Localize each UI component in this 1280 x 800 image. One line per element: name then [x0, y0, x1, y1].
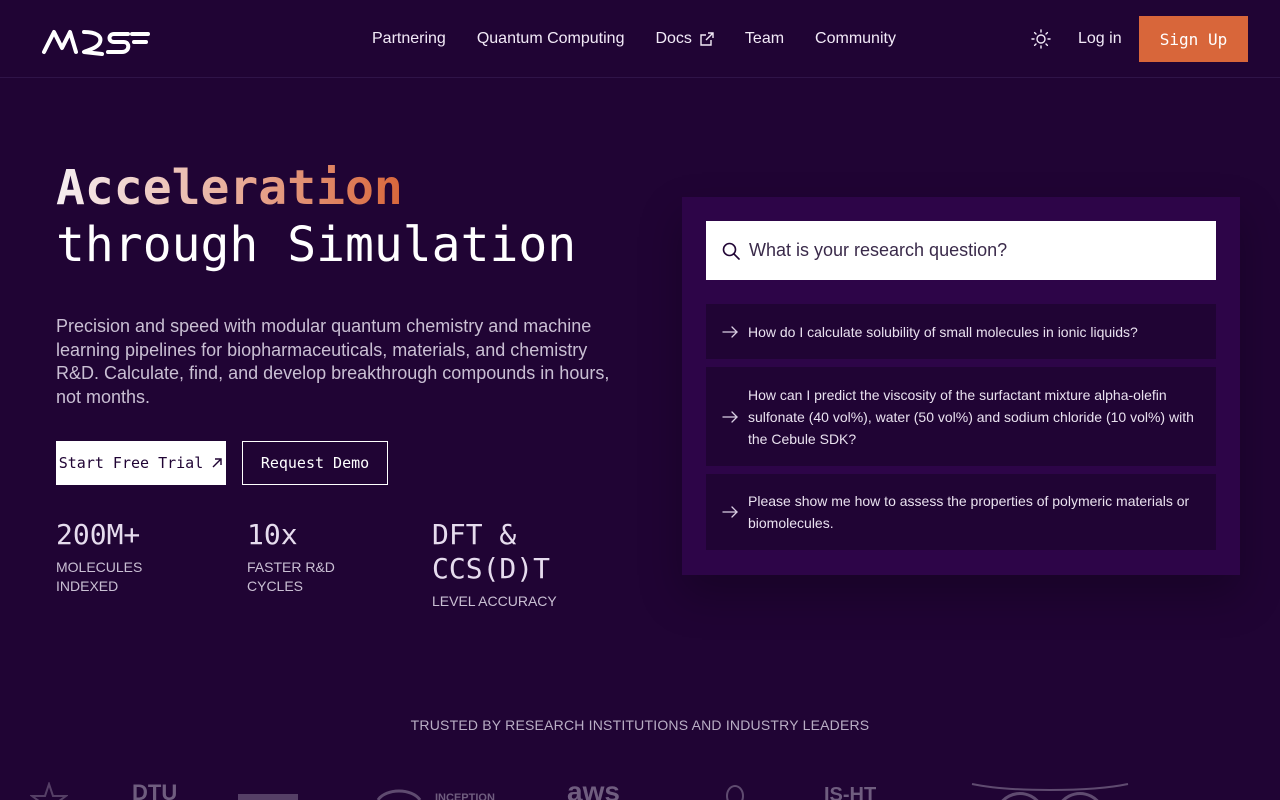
stat-speed: 10x Faster R&D cycles [247, 518, 357, 596]
suggestion-text: How do I calculate solubility of small m… [748, 323, 1138, 340]
search-box[interactable] [706, 221, 1216, 280]
suggestion-item[interactable]: Please show me how to assess the propert… [706, 474, 1216, 550]
partner-logo-isht: IS-HT [824, 784, 877, 800]
nav-link-community[interactable]: Community [815, 30, 896, 48]
arrow-right-icon [722, 410, 738, 423]
nav-link-quantum-computing[interactable]: Quantum Computing [477, 30, 625, 48]
research-question-input[interactable] [749, 240, 1189, 261]
stat-label: Molecules indexed [56, 559, 143, 594]
nav-link-label: Community [815, 30, 896, 47]
nav-link-label: Docs [655, 30, 692, 47]
nav-link-docs[interactable]: Docs [655, 30, 714, 48]
partner-logo-arc [971, 783, 1129, 800]
nav-link-label: Team [744, 30, 785, 47]
nav-link-partnering[interactable]: Partnering [372, 30, 446, 48]
hero-description: Precision and speed with modular quantum… [56, 316, 610, 407]
nav-link-label: Quantum Computing [476, 30, 625, 47]
signup-button[interactable]: Sign Up [1139, 16, 1248, 62]
login-link[interactable]: Log in [1078, 30, 1122, 48]
research-question-panel: How do I calculate solubility of small m… [682, 197, 1240, 575]
suggestion-item[interactable]: How can I predict the viscosity of the s… [706, 367, 1216, 466]
hero-title-rest: through Simulation [56, 217, 577, 273]
nvidia-eye-icon [376, 789, 422, 800]
partner-logo-mark [238, 794, 298, 800]
primary-nav: Partnering Quantum Computing Docs Team C… [372, 0, 927, 78]
stat-molecules: 200M+ Molecules indexed [56, 518, 166, 596]
suggestion-text: How can I predict the viscosity of the s… [748, 386, 1194, 447]
partner-logo-strip: DTU INCEPTION aws IS-HT [0, 776, 1280, 800]
nav-link-team[interactable]: Team [745, 30, 784, 48]
hero-title-highlight: Acceleration [56, 160, 403, 216]
suggestion-text: Please show me how to assess the propert… [748, 493, 1190, 531]
partner-logo-emblem [726, 785, 744, 800]
star-logo-icon [30, 782, 68, 800]
sun-icon[interactable] [1030, 28, 1052, 50]
start-free-trial-label: Start Free Trial [58, 454, 204, 472]
arrow-right-icon [722, 506, 738, 518]
stat-value: 10x [247, 518, 298, 551]
hero-title: Acceleration through Simulation [56, 160, 576, 274]
stat-label: Level accuracy [432, 593, 557, 609]
brand-logo[interactable] [40, 22, 154, 60]
request-demo-button[interactable]: Request Demo [242, 441, 388, 485]
trusted-heading: TRUSTED BY RESEARCH INSTITUTIONS AND IND… [410, 717, 870, 733]
nav-link-label: Partnering [372, 30, 446, 47]
stat-value: DFT & CCS(D)T [432, 518, 551, 585]
start-free-trial-button[interactable]: Start Free Trial [56, 441, 226, 485]
arrow-up-right-icon [212, 458, 222, 468]
partner-logo-aws: aws [567, 776, 620, 800]
external-link-icon [700, 32, 714, 46]
top-navigation: Partnering Quantum Computing Docs Team C… [0, 0, 1280, 78]
stat-value: 200M+ [56, 518, 141, 551]
stat-accuracy: DFT & CCS(D)T Level accuracy [432, 518, 602, 611]
suggestion-item[interactable]: How do I calculate solubility of small m… [706, 304, 1216, 359]
partner-logo-inception: INCEPTION [435, 792, 495, 800]
search-icon [722, 242, 740, 260]
stat-label: Faster R&D cycles [247, 559, 335, 594]
partner-logo-dtu: DTU [132, 780, 178, 800]
arrow-right-icon [722, 325, 738, 338]
